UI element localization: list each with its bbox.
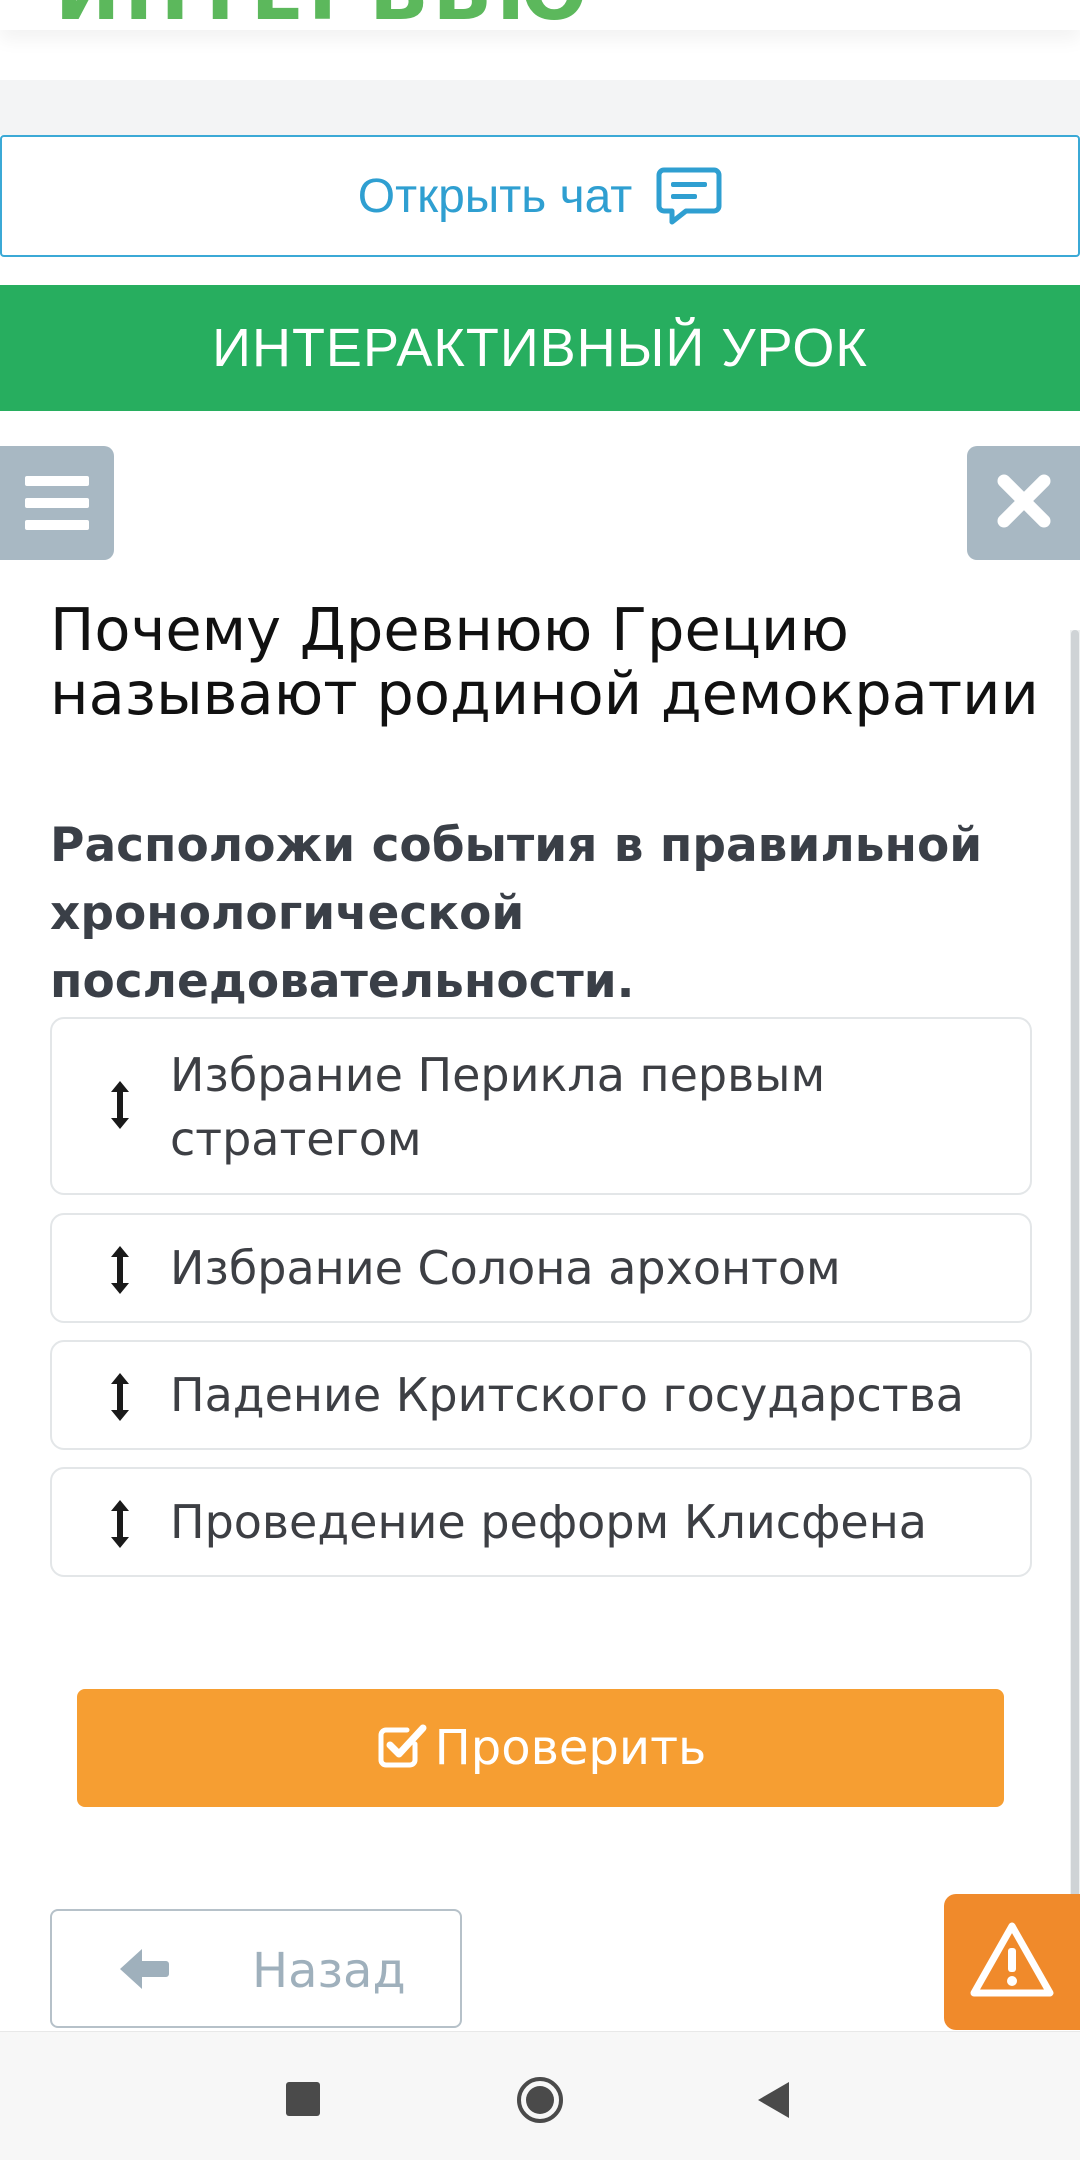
- report-problem-button[interactable]: [944, 1894, 1080, 2030]
- check-answer-button[interactable]: Проверить: [77, 1689, 1004, 1807]
- up-down-arrow-icon[interactable]: [108, 1369, 132, 1425]
- open-chat-label: Открыть чат: [357, 169, 633, 223]
- up-down-arrow-icon[interactable]: [108, 1496, 132, 1552]
- up-down-arrow-icon[interactable]: [108, 1077, 132, 1133]
- sortable-item[interactable]: Избрание Солона архонтом: [50, 1213, 1032, 1323]
- interactive-lesson-banner: ИНТЕРАКТИВНЫЙ УРОК: [0, 285, 1080, 411]
- header-background: [0, 30, 1080, 135]
- sortable-item[interactable]: Избрание Перикла первым стратегом: [50, 1017, 1032, 1195]
- sortable-item[interactable]: Проведение реформ Клисфена: [50, 1467, 1032, 1577]
- sortable-item-label: Проведение реформ Клисфена: [170, 1495, 927, 1549]
- close-button[interactable]: [967, 446, 1080, 560]
- back-label: Назад: [252, 1943, 406, 1999]
- sortable-item-label: Избрание Солона архонтом: [170, 1241, 841, 1295]
- check-answer-label: Проверить: [434, 1720, 707, 1776]
- interactive-lesson-label: ИНТЕРАКТИВНЫЙ УРОК: [212, 318, 868, 378]
- hamburger-menu-icon: [25, 476, 89, 486]
- site-header: ИНТЕРВЬЮ: [0, 0, 1080, 30]
- site-logo[interactable]: ИНТЕРВЬЮ: [55, 0, 592, 30]
- menu-button[interactable]: [0, 446, 114, 560]
- scrollbar-thumb[interactable]: [1071, 630, 1079, 1925]
- task-instruction: Расположи события в правильной хронологи…: [50, 818, 983, 1009]
- sortable-item-label: Падение Критского государства: [170, 1368, 964, 1422]
- hamburger-menu-icon: [25, 520, 89, 530]
- warning-triangle-icon: [969, 1920, 1055, 2004]
- triangle-back-icon[interactable]: [756, 2080, 792, 2120]
- sortable-item-label: Избрание Перикла первым стратегом: [170, 1048, 826, 1166]
- app-page: ИНТЕРВЬЮ Открыть чат ИНТЕРАКТИВНЫЙ УРОК: [0, 0, 1080, 2160]
- hamburger-menu-icon: [25, 498, 89, 508]
- back-button[interactable]: Назад: [50, 1909, 462, 2028]
- close-icon: [996, 473, 1052, 533]
- open-chat-button[interactable]: Открыть чат: [0, 135, 1080, 257]
- header-spacer: [0, 30, 1080, 80]
- sortable-item[interactable]: Падение Критского государства: [50, 1340, 1032, 1450]
- android-navigation-bar: [0, 2031, 1080, 2160]
- checkbox-check-icon: [375, 1718, 429, 1772]
- up-down-arrow-icon[interactable]: [108, 1242, 132, 1298]
- lesson-title: Почему Древнюю Грецию называют родиной д…: [50, 595, 1039, 728]
- circle-icon[interactable]: [515, 2075, 565, 2125]
- chat-bubble-icon: [656, 164, 722, 228]
- arrow-left-icon: [118, 1945, 170, 1993]
- square-icon[interactable]: [286, 2082, 320, 2116]
